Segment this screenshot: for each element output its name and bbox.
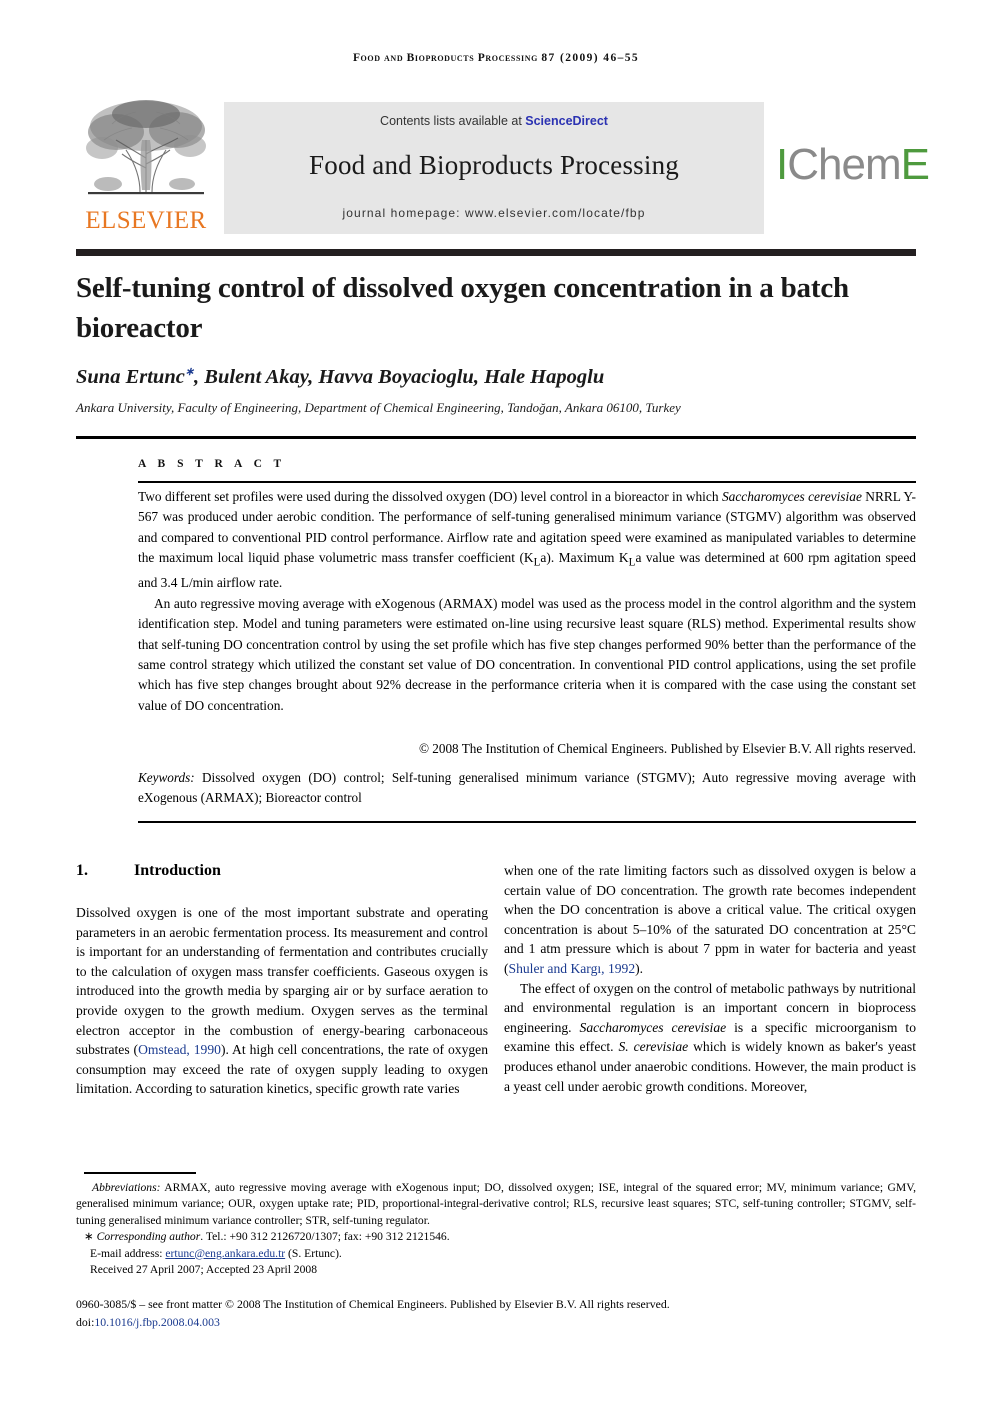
abbreviations-label: Abbreviations: xyxy=(92,1181,161,1194)
citation-omstead-1990[interactable]: Omstead, 1990 xyxy=(138,1042,221,1057)
right-species-italic-1: Saccharomyces cerevisiae xyxy=(579,1019,727,1035)
icheme-i: I xyxy=(776,140,788,189)
journal-homepage-line[interactable]: journal homepage: www.elsevier.com/locat… xyxy=(224,206,764,220)
email-link[interactable]: ertunc@eng.ankara.edu.tr xyxy=(165,1247,285,1260)
masthead-journal-title: Food and Bioproducts Processing xyxy=(309,150,679,180)
masthead-bottom-rule xyxy=(76,249,916,256)
abstract-p1-c: a). Maximum K xyxy=(540,550,629,566)
keywords-label: Keywords: xyxy=(138,770,195,785)
abstract-label: A B S T R A C T xyxy=(138,458,286,470)
sciencedirect-link[interactable]: ScienceDirect xyxy=(525,114,608,128)
author-affiliation: Ankara University, Faculty of Engineerin… xyxy=(76,400,681,415)
body-column-right: when one of the rate limiting factors su… xyxy=(504,861,916,1096)
keywords-values: Dissolved oxygen (DO) control; Self-tuni… xyxy=(138,770,916,805)
abstract-paragraph-1: Two different set profiles were used dur… xyxy=(138,487,916,594)
abstract-top-rule xyxy=(76,436,916,439)
left-paragraph-1: Dissolved oxygen is one of the most impo… xyxy=(76,903,488,1099)
authors-remaining: , Bulent Akay, Havva Boyacioglu, Hale Ha… xyxy=(194,365,605,388)
footnote-corresponding-author: ∗ Corresponding author. Tel.: +90 312 21… xyxy=(76,1229,916,1245)
article-page: Food and Bioproducts Processing 87 (2009… xyxy=(0,0,992,1403)
icheme-logo[interactable]: IChemE xyxy=(776,136,930,200)
running-head-journal: Food and Bioproducts Processing xyxy=(352,52,538,64)
abstract-text: Two different set profiles were used dur… xyxy=(138,487,916,716)
corresponding-label: Corresponding author xyxy=(96,1230,201,1244)
footnote-block: Abbreviations: ARMAX, auto regressive mo… xyxy=(76,1180,916,1278)
page-footer: 0960-3085/$ – see front matter © 2008 Th… xyxy=(76,1295,916,1331)
footnote-rule xyxy=(84,1172,196,1174)
keywords-block: Keywords: Dissolved oxygen (DO) control;… xyxy=(138,768,916,807)
abstract-species-italic: Saccharomyces cerevisiae xyxy=(721,489,862,504)
left-p1-a: Dissolved oxygen is one of the most impo… xyxy=(76,905,488,1058)
right-paragraph-2: The effect of oxygen on the control of m… xyxy=(504,979,916,1097)
body-column-left: Dissolved oxygen is one of the most impo… xyxy=(76,903,488,1099)
contents-available-line: Contents lists available at ScienceDirec… xyxy=(224,114,764,128)
footnote-received-dates: Received 27 April 2007; Accepted 23 Apri… xyxy=(90,1263,317,1277)
icheme-e: E xyxy=(900,140,930,189)
issn-copyright-line: 0960-3085/$ – see front matter © 2008 Th… xyxy=(76,1297,670,1311)
citation-shuler-kargi-1992[interactable]: Shuler and Kargı, 1992 xyxy=(509,961,636,976)
abstract-p1-a: Two different set profiles were used dur… xyxy=(138,489,722,504)
elsevier-tree-icon xyxy=(86,100,206,195)
doi-link[interactable]: 10.1016/j.fbp.2008.04.003 xyxy=(94,1315,220,1329)
running-head-volume: 87 (2009) 46–55 xyxy=(541,52,640,64)
right-p1-b: ). xyxy=(635,960,644,976)
abstract-copyright: © 2008 The Institution of Chemical Engin… xyxy=(418,741,916,756)
corresponding-contact: . Tel.: +90 312 2126720/1307; fax: +90 3… xyxy=(200,1230,450,1244)
abstract-paragraph-2: An auto regressive moving average with e… xyxy=(138,595,916,713)
right-species-italic-2: S. cerevisiae xyxy=(618,1039,689,1055)
author-first: Suna Ertunc xyxy=(76,365,185,388)
abstract-bottom-rule xyxy=(138,821,916,823)
running-head: Food and Bioproducts Processing 87 (2009… xyxy=(0,52,992,64)
doi-label: doi: xyxy=(76,1315,95,1329)
abstract-divider-rule xyxy=(138,481,916,483)
elsevier-wordmark: ELSEVIER xyxy=(85,207,207,234)
corresponding-author-marker: ∗ xyxy=(184,366,195,378)
contents-prefix: Contents lists available at xyxy=(380,114,526,128)
right-paragraph-1: when one of the rate limiting factors su… xyxy=(504,861,916,979)
page-title: Self-tuning control of dissolved oxygen … xyxy=(76,272,849,344)
masthead-panel: Contents lists available at ScienceDirec… xyxy=(224,102,764,234)
abbreviations-text: ARMAX, auto regressive moving average wi… xyxy=(76,1181,916,1227)
email-suffix: (S. Ertunc). xyxy=(285,1246,342,1260)
email-label: E-mail address: xyxy=(90,1246,163,1260)
doi-line: doi:10.1016/j.fbp.2008.04.003 xyxy=(76,1313,916,1331)
section-heading-introduction: Introduction xyxy=(134,862,221,879)
journal-masthead: ELSEVIER Contents lists available at Sci… xyxy=(76,96,930,244)
right-p1-a: when one of the rate limiting factors su… xyxy=(504,863,916,976)
elsevier-logo[interactable]: ELSEVIER xyxy=(76,96,216,244)
icheme-chem: Chem xyxy=(787,140,901,189)
corresponding-marker: ∗ xyxy=(84,1230,94,1244)
author-list: Suna Ertunc∗, Bulent Akay, Havva Boyacio… xyxy=(76,365,916,389)
footnote-email: E-mail address: ertunc@eng.ankara.edu.tr… xyxy=(76,1246,916,1262)
footnote-abbreviations: Abbreviations: ARMAX, auto regressive mo… xyxy=(76,1180,916,1229)
section-number: 1. xyxy=(76,862,88,879)
